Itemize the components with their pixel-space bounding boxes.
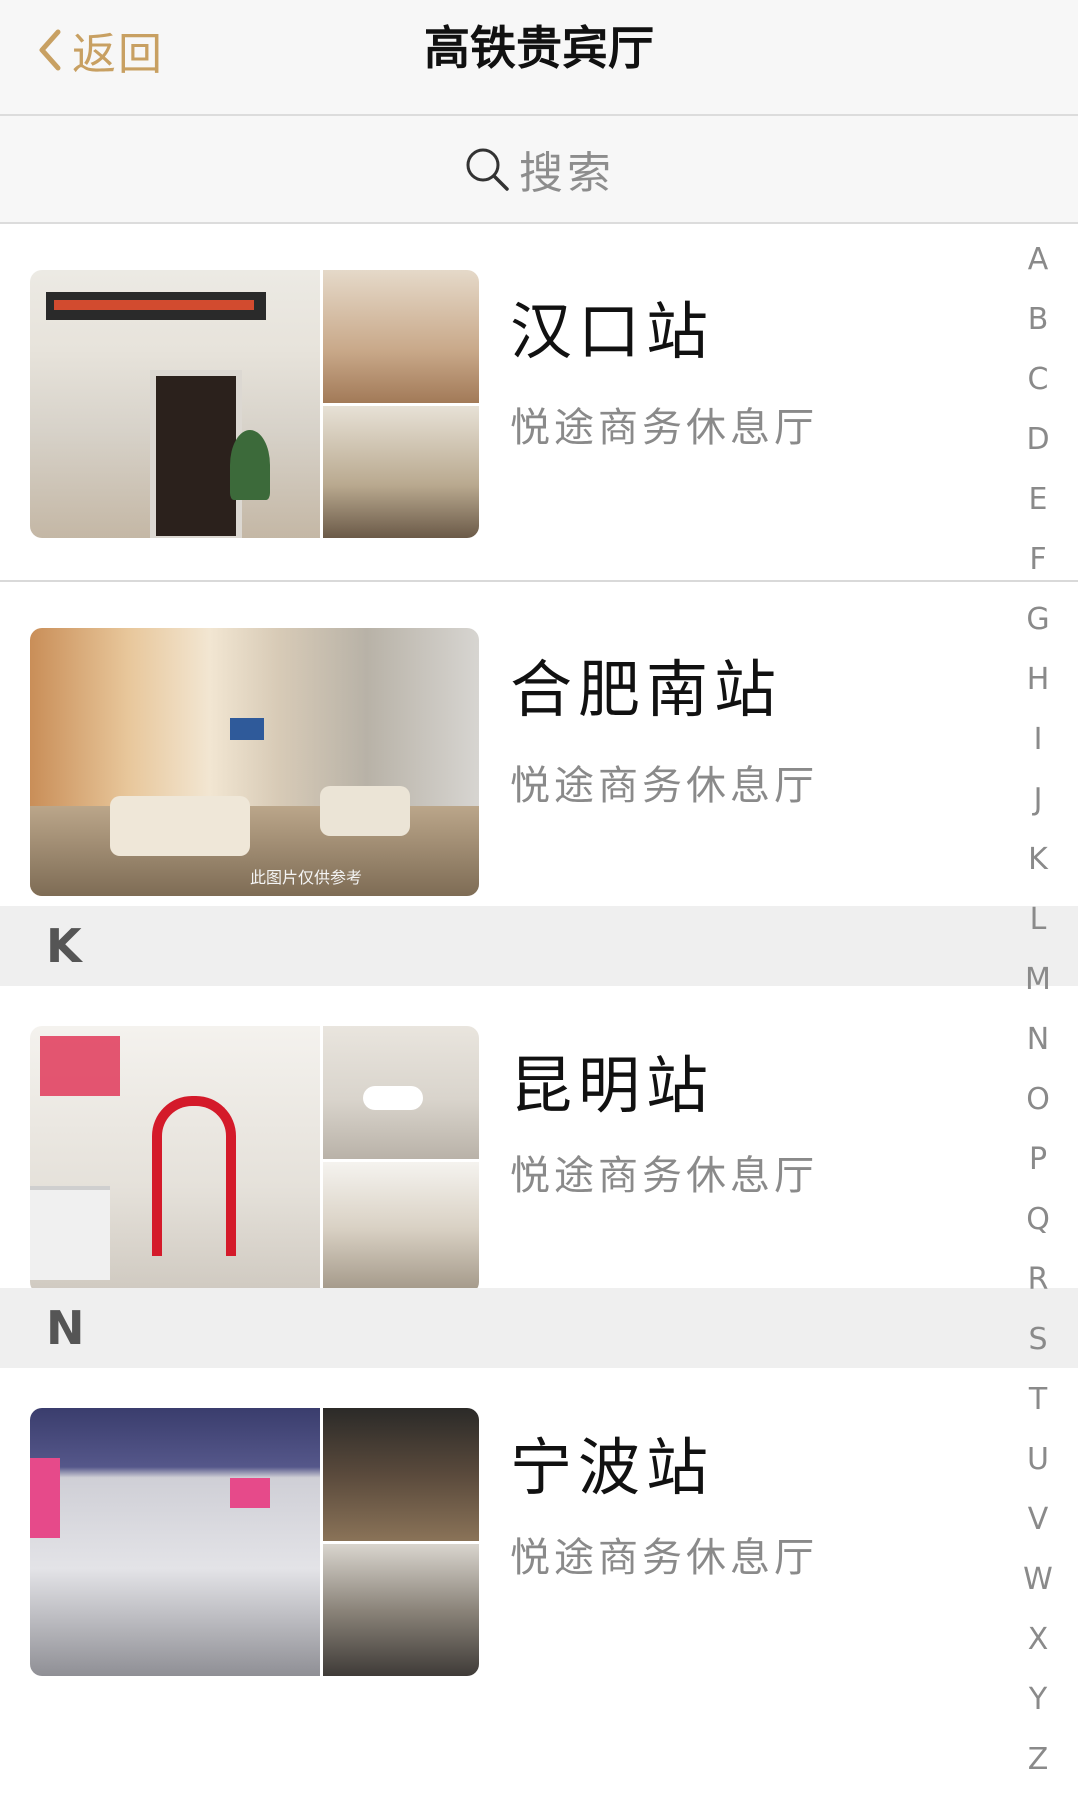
search-placeholder: 搜索 — [519, 148, 615, 199]
lounge-name: 悦途商务休息厅 — [510, 405, 818, 451]
nav-bar: 返回 高铁贵宾厅 — [0, 0, 1078, 116]
section-header: K — [0, 906, 1078, 986]
lounge-photo: 此图片仅供参考 — [30, 628, 479, 896]
lounge-name: 悦途商务休息厅 — [510, 763, 818, 809]
index-letter[interactable]: Z — [1028, 1730, 1049, 1790]
lounge-name: 悦途商务休息厅 — [510, 1535, 818, 1581]
index-letter[interactable]: Y — [1029, 1670, 1047, 1730]
section-header: N — [0, 1288, 1078, 1368]
lounge-photo — [30, 1408, 479, 1676]
index-letter[interactable]: L — [1030, 890, 1047, 950]
index-letter[interactable]: V — [1028, 1490, 1049, 1550]
index-letter[interactable]: S — [1028, 1310, 1047, 1370]
list-item[interactable]: 此图片仅供参考 合肥南站 悦途商务休息厅 — [0, 582, 1078, 906]
index-letter[interactable]: G — [1026, 590, 1049, 650]
index-letter[interactable]: U — [1027, 1430, 1049, 1490]
list-item[interactable]: 昆明站 悦途商务休息厅 — [0, 986, 1078, 1294]
photo-watermark: 此图片仅供参考 — [250, 868, 363, 887]
index-letter[interactable]: T — [1029, 1370, 1047, 1430]
list-item[interactable]: 汉口站 悦途商务休息厅 — [0, 224, 1078, 582]
index-letter[interactable]: F — [1029, 530, 1046, 590]
station-name: 合肥南站 — [510, 653, 783, 726]
page-title: 高铁贵宾厅 — [424, 21, 654, 75]
index-letter[interactable]: C — [1028, 350, 1049, 410]
index-letter[interactable]: D — [1026, 410, 1049, 470]
index-letter[interactable]: Q — [1026, 1190, 1050, 1250]
index-letter[interactable]: K — [1028, 830, 1048, 890]
station-name: 汉口站 — [510, 295, 715, 368]
station-name: 宁波站 — [510, 1431, 715, 1504]
index-letter[interactable]: H — [1027, 650, 1050, 710]
lounge-photo — [30, 270, 479, 538]
alphabet-index[interactable]: A B C D E F G H I J K L M N O P Q R S T … — [1016, 230, 1060, 1790]
lounge-photo — [30, 1026, 479, 1294]
index-letter[interactable]: A — [1028, 230, 1049, 290]
search-icon — [466, 148, 509, 191]
index-letter[interactable]: M — [1025, 950, 1051, 1010]
index-letter[interactable]: I — [1034, 710, 1043, 770]
search-bar[interactable]: 搜索 — [0, 116, 1078, 224]
index-letter[interactable]: B — [1028, 290, 1049, 350]
index-letter[interactable]: W — [1023, 1550, 1053, 1610]
station-list: 汉口站 悦途商务休息厅 此图片仅供参考 合肥南站 悦途商务休息厅 K 昆明站 悦… — [0, 224, 1078, 1676]
index-letter[interactable]: O — [1026, 1070, 1050, 1130]
index-letter[interactable]: R — [1028, 1250, 1049, 1310]
index-letter[interactable]: N — [1027, 1010, 1049, 1070]
index-letter[interactable]: X — [1028, 1610, 1049, 1670]
lounge-name: 悦途商务休息厅 — [510, 1153, 818, 1199]
index-letter[interactable]: E — [1029, 470, 1048, 530]
section-letter: N — [46, 1301, 85, 1355]
station-name: 昆明站 — [510, 1049, 715, 1122]
index-letter[interactable]: P — [1029, 1130, 1047, 1190]
index-letter[interactable]: J — [1034, 770, 1043, 830]
list-item[interactable]: 宁波站 悦途商务休息厅 — [0, 1368, 1078, 1676]
section-letter: K — [46, 919, 82, 973]
